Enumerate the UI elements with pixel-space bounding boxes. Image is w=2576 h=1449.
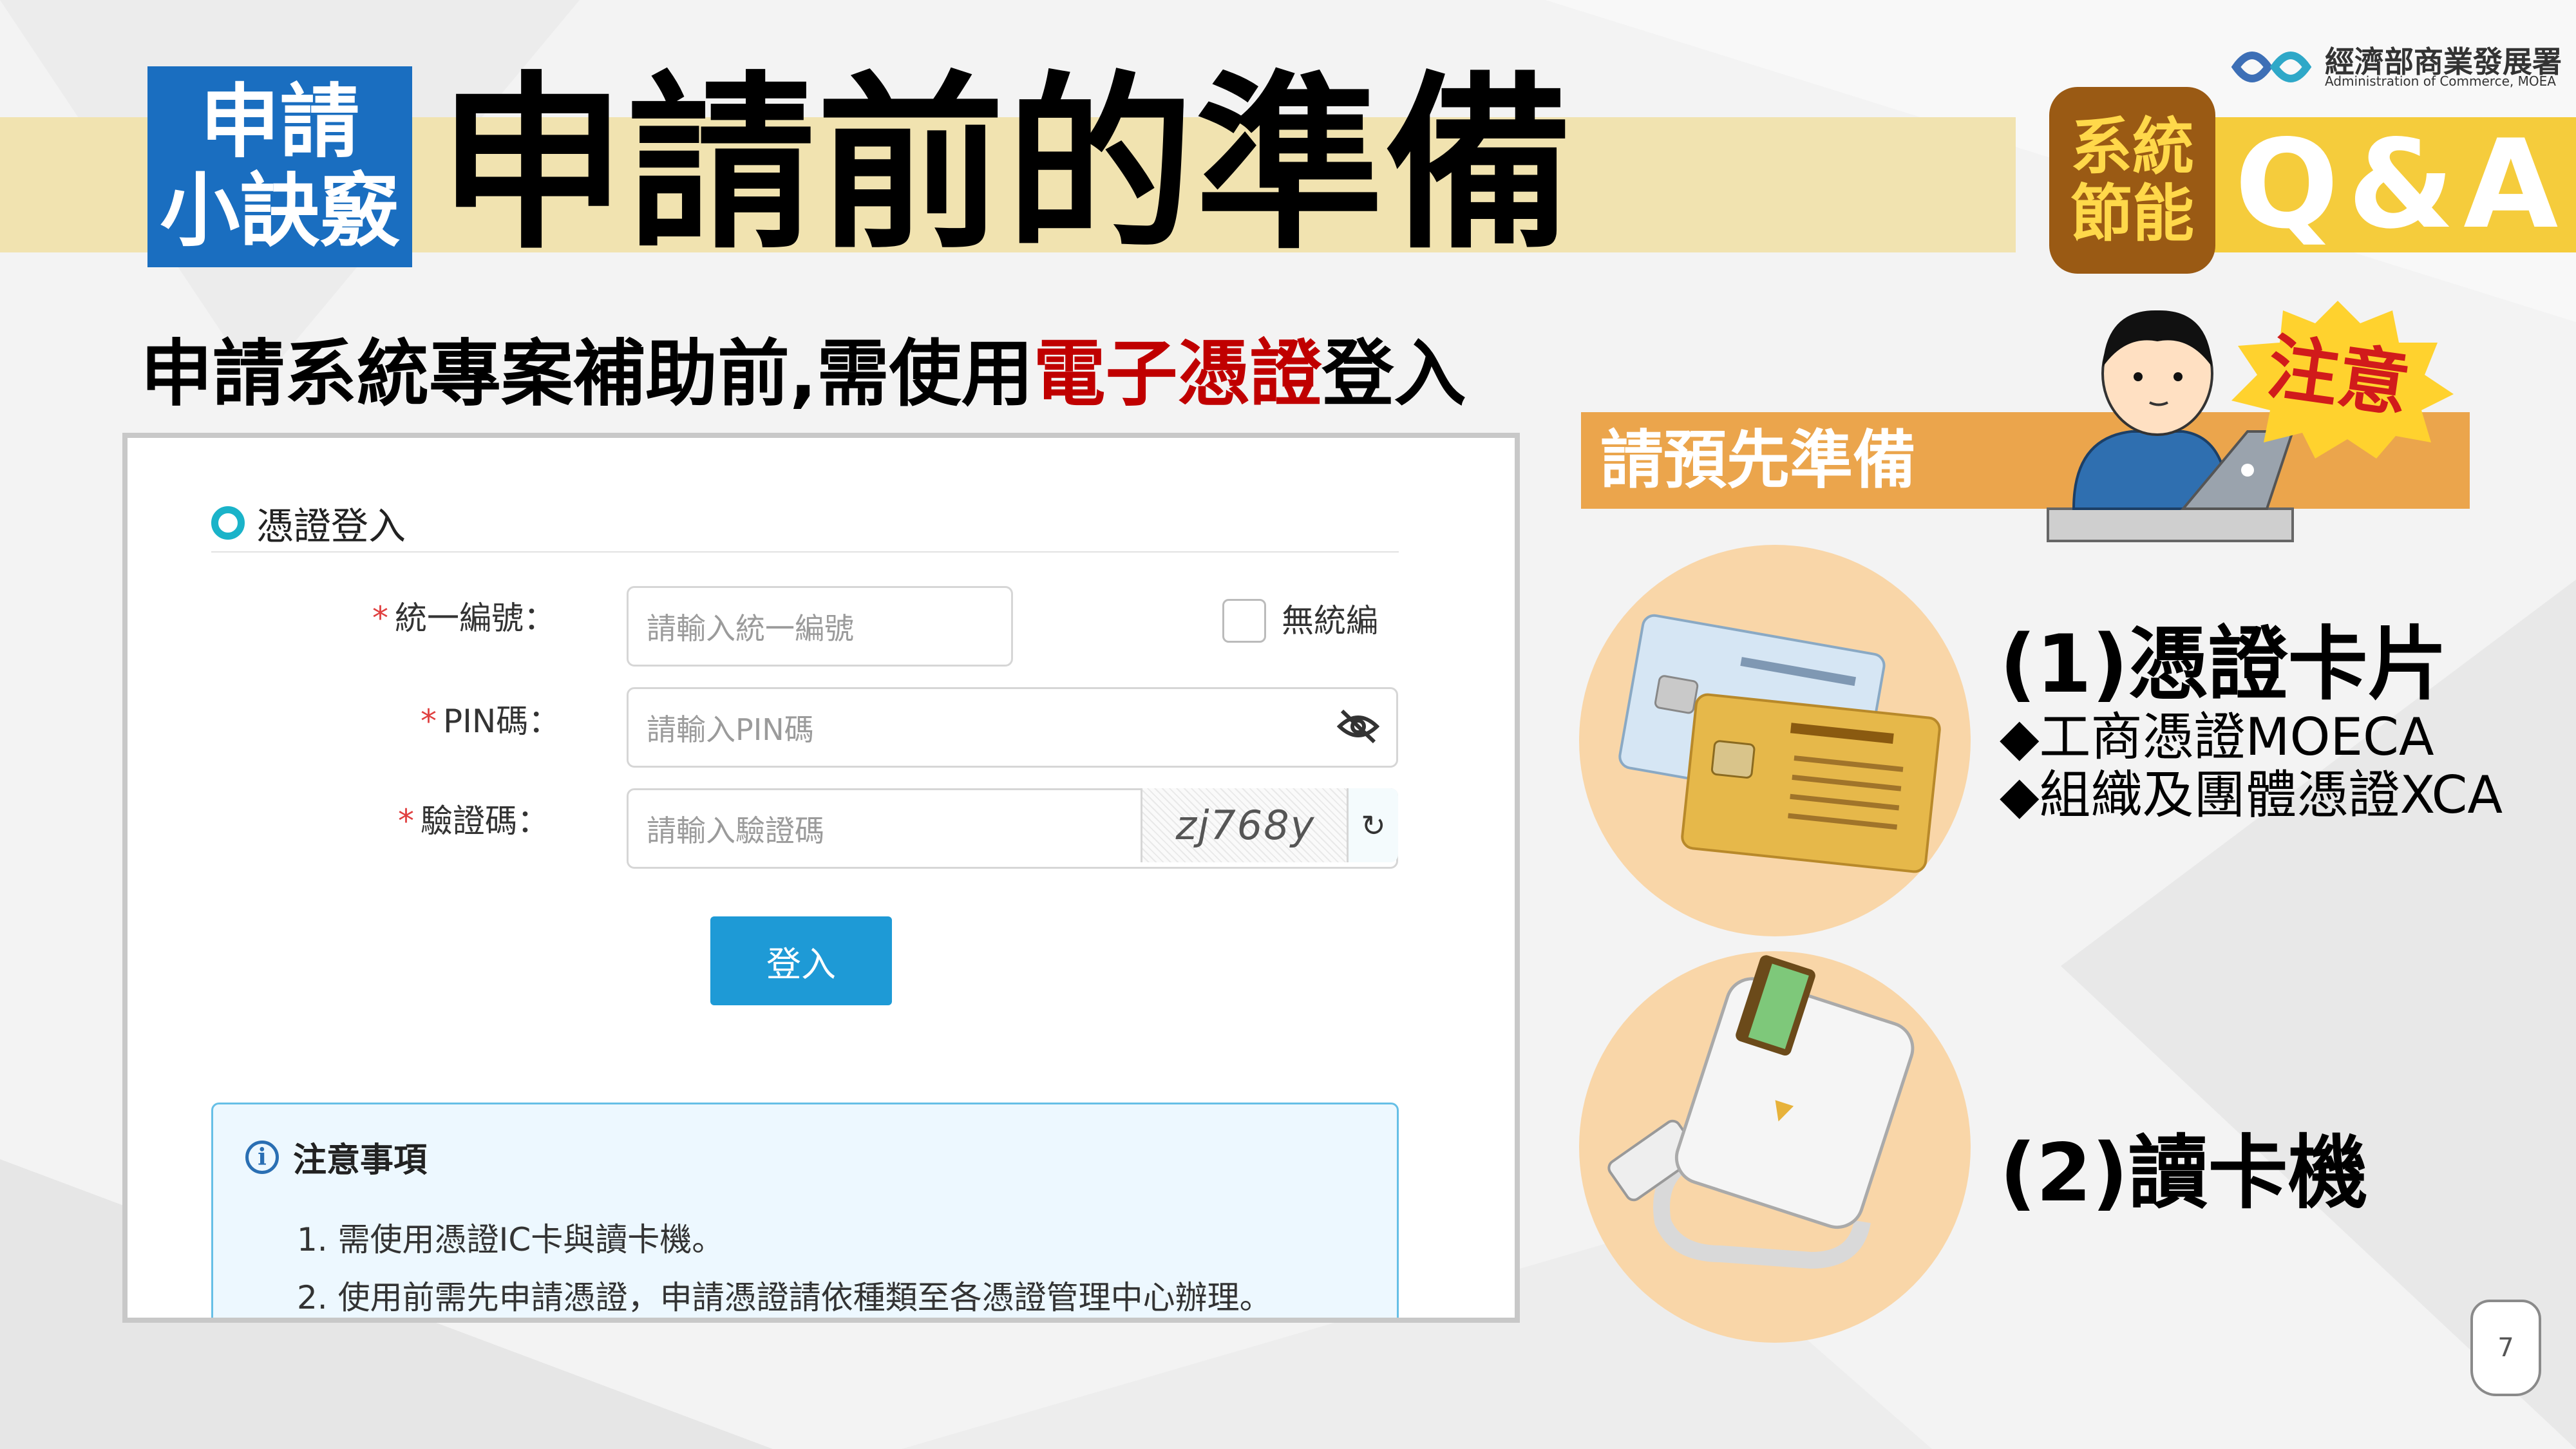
captcha-label: * 驗證碼：: [398, 795, 549, 842]
qa-label: Q&A: [2235, 113, 2568, 256]
login-button[interactable]: 登入: [710, 916, 892, 1005]
divider: [211, 551, 1399, 553]
subtitle-highlight: 電子憑證: [1033, 332, 1322, 416]
subtitle: 申請系統專案補助前,需使用電子憑證登入: [140, 316, 1466, 420]
pin-placeholder: 請輸入PIN碼: [647, 712, 814, 747]
notice-heading: i 注意事項: [245, 1133, 427, 1181]
tax-id-input[interactable]: 請輸入統一編號: [627, 586, 1013, 667]
captcha-image: zj768y: [1141, 788, 1349, 862]
prepare-heading: 請預先準備: [1600, 424, 1917, 497]
page-number: 7: [2470, 1300, 2541, 1396]
login-heading: 憑證登入: [211, 496, 406, 550]
certificate-cards-image: [1579, 545, 1971, 936]
card-reader-image: [1579, 951, 1971, 1343]
eye-off-icon[interactable]: [1337, 707, 1379, 746]
tips-badge-line2: 小訣竅: [160, 165, 400, 258]
refresh-captcha-button[interactable]: ↻: [1347, 788, 1398, 862]
tax-id-label-text: 統一編號：: [395, 600, 556, 637]
captcha-label-text: 驗證碼：: [421, 802, 549, 840]
card-reader-icon: [1607, 955, 1915, 1269]
tips-badge-line1: 申請: [200, 76, 360, 169]
notice-item: 1. 需使用憑證IC卡與讀卡機。: [297, 1221, 724, 1258]
required-mark: *: [372, 600, 388, 637]
pin-label: * PIN碼：: [421, 696, 560, 742]
pin-label-text: PIN碼：: [443, 703, 561, 740]
login-heading-text: 憑證登入: [256, 504, 406, 548]
item1-sub: ◆組織及團體憑證XCA: [2000, 765, 2503, 825]
system-badge: 系統 節能: [2049, 87, 2215, 274]
moea-logo: 經濟部商業發展署 Administration of Commerce, MOE…: [2230, 37, 2562, 97]
notice-box: i 注意事項 1. 需使用憑證IC卡與讀卡機。 2. 使用前需先申請憑證，申請憑…: [211, 1103, 1399, 1318]
pin-input[interactable]: 請輸入PIN碼: [627, 687, 1398, 768]
logo-text-en: Administration of Commerce, MOEA: [2325, 73, 2556, 89]
tips-badge: 申請 小訣竅: [147, 66, 412, 267]
certificate-login-panel: 憑證登入 * 統一編號： 請輸入統一編號 無統編 * PIN碼： 請輸入PIN碼 *…: [122, 433, 1520, 1323]
info-icon: i: [245, 1140, 279, 1174]
ic-card-icon: [1618, 614, 1941, 873]
no-tax-id-label: 無統編: [1282, 602, 1378, 639]
tax-id-placeholder: 請輸入統一編號: [647, 611, 854, 646]
subtitle-suffix: 登入: [1321, 332, 1466, 416]
captcha-placeholder: 請輸入驗證碼: [647, 813, 824, 848]
page-title: 申請前的準備: [438, 55, 1574, 274]
required-mark: *: [421, 703, 437, 740]
subtitle-prefix: 申請系統專案補助前,需使用: [140, 332, 1034, 416]
system-badge-line2: 節能: [2070, 178, 2194, 250]
notice-item: 2. 使用前需先申請憑證，申請憑證請依種類至各憑證管理中心辦理。: [297, 1279, 1272, 1316]
moea-logo-icon: [2231, 52, 2312, 82]
no-tax-id-checkbox[interactable]: [1222, 599, 1266, 643]
required-mark: *: [398, 802, 414, 840]
tax-id-label: * 統一編號：: [372, 592, 556, 639]
refresh-icon: ↻: [1361, 808, 1386, 843]
system-badge-line1: 系統: [2070, 111, 2194, 183]
circle-icon: [211, 506, 245, 540]
notice-heading-text: 注意事項: [293, 1141, 428, 1180]
item2-title: (2)讀卡機: [2000, 1127, 2368, 1220]
caution-badge-icon: 注意: [2231, 301, 2454, 459]
